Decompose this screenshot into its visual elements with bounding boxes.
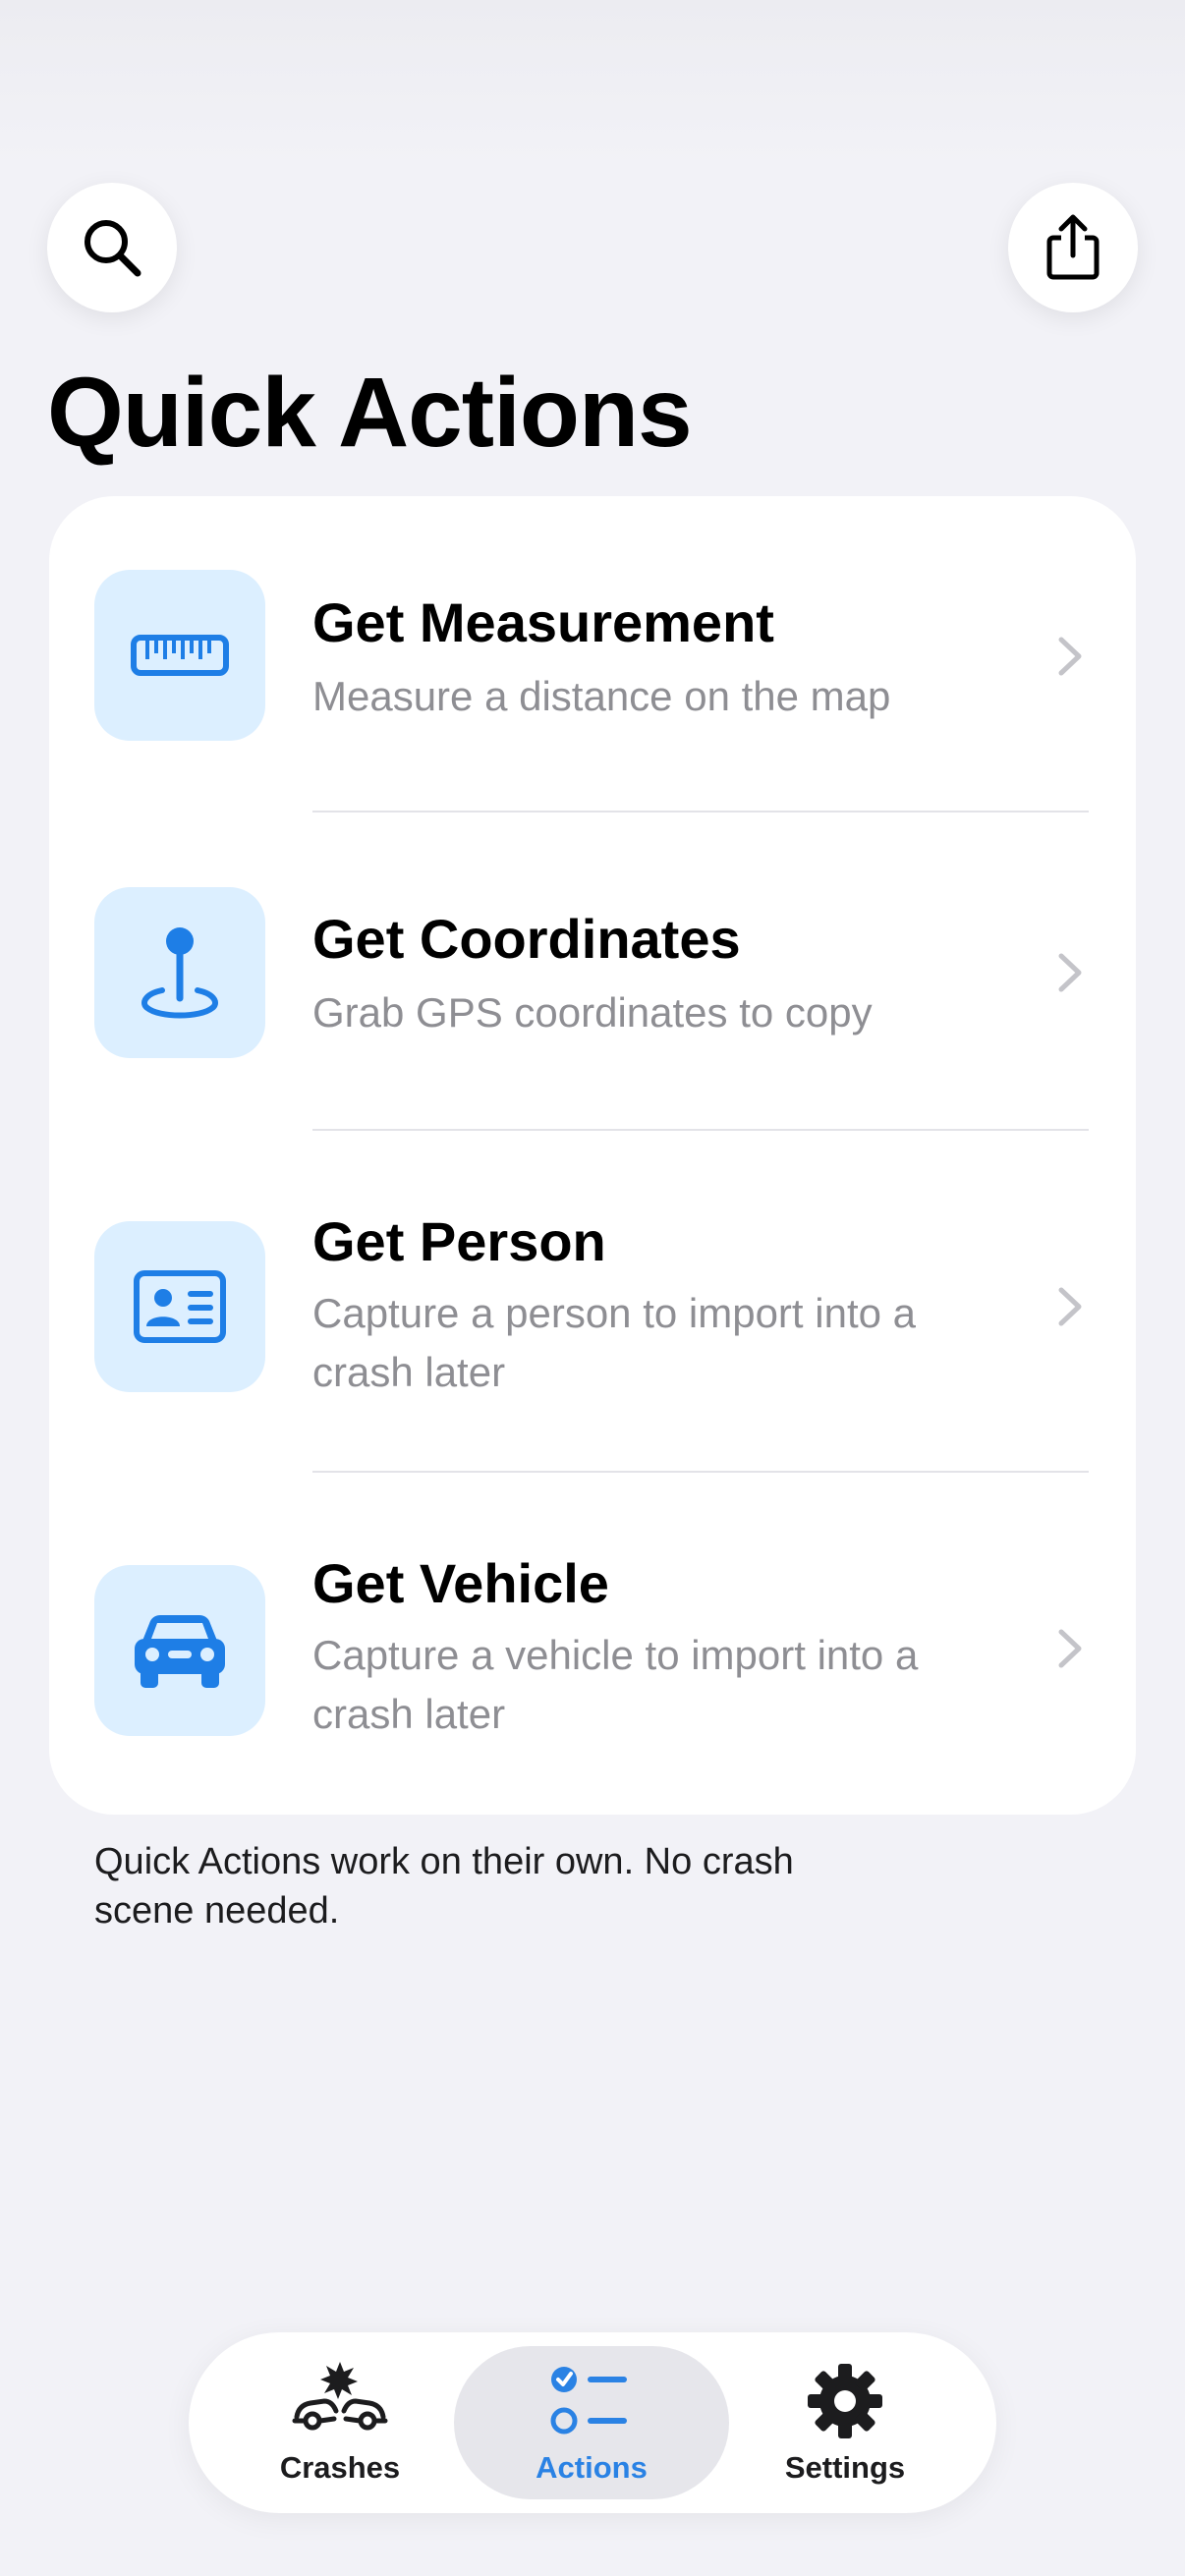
- chevron-right-icon: [1058, 953, 1082, 992]
- tab-label: Actions: [536, 2450, 648, 2485]
- tab-settings[interactable]: Settings: [707, 2346, 983, 2499]
- car-icon-tile: [94, 1565, 265, 1736]
- action-title: Get Coordinates: [312, 908, 741, 970]
- action-subtitle: Capture a vehicle to import into a crash…: [312, 1632, 919, 1737]
- action-subtitle: Grab GPS coordinates to copy: [312, 989, 873, 1036]
- tab-crashes[interactable]: Crashes: [202, 2346, 478, 2499]
- id-card-icon: [134, 1270, 226, 1343]
- page-title: Quick Actions: [47, 358, 693, 468]
- search-button[interactable]: [47, 183, 177, 312]
- tab-label: Settings: [784, 2450, 906, 2485]
- footer-note: Quick Actions work on their own. No cras…: [94, 1841, 794, 1932]
- gear-icon: [808, 2364, 882, 2438]
- action-title: Get Vehicle: [312, 1552, 609, 1614]
- ruler-icon: [131, 635, 229, 676]
- action-title: Get Person: [312, 1210, 606, 1272]
- magnifying-glass-icon: [85, 220, 141, 277]
- action-subtitle: Measure a distance on the map: [312, 673, 891, 719]
- tab-bar: Crashes Actions Settings: [189, 2332, 996, 2513]
- status-bar-area: [0, 0, 1185, 167]
- action-subtitle: Capture a person to import into a crash …: [312, 1290, 917, 1395]
- checklist-icon: [550, 2367, 627, 2435]
- id-card-icon-tile: [94, 1221, 265, 1392]
- car-icon: [135, 1615, 225, 1688]
- map-pin-icon-tile: [94, 887, 265, 1058]
- chevron-right-icon: [1058, 1629, 1082, 1668]
- chevron-right-icon: [1058, 637, 1082, 676]
- action-title: Get Measurement: [312, 591, 774, 653]
- action-row-coordinates[interactable]: Get Coordinates Grab GPS coordinates to …: [49, 812, 1136, 1131]
- action-row-measurement[interactable]: Get Measurement Measure a distance on th…: [49, 496, 1136, 812]
- map-pin-icon: [141, 927, 218, 1019]
- share-button[interactable]: [1008, 183, 1138, 312]
- ruler-icon-tile: [94, 570, 265, 741]
- tab-label: Crashes: [279, 2450, 401, 2485]
- action-row-person[interactable]: Get Person Capture a person to import in…: [49, 1131, 1136, 1473]
- chevron-right-icon: [1058, 1287, 1082, 1326]
- share-icon: [1046, 214, 1100, 280]
- tab-actions[interactable]: Actions: [454, 2346, 729, 2499]
- action-row-vehicle[interactable]: Get Vehicle Capture a vehicle to import …: [49, 1473, 1136, 1815]
- car-crash-icon: [292, 2362, 388, 2431]
- quick-actions-list: Get Measurement Measure a distance on th…: [49, 496, 1136, 1815]
